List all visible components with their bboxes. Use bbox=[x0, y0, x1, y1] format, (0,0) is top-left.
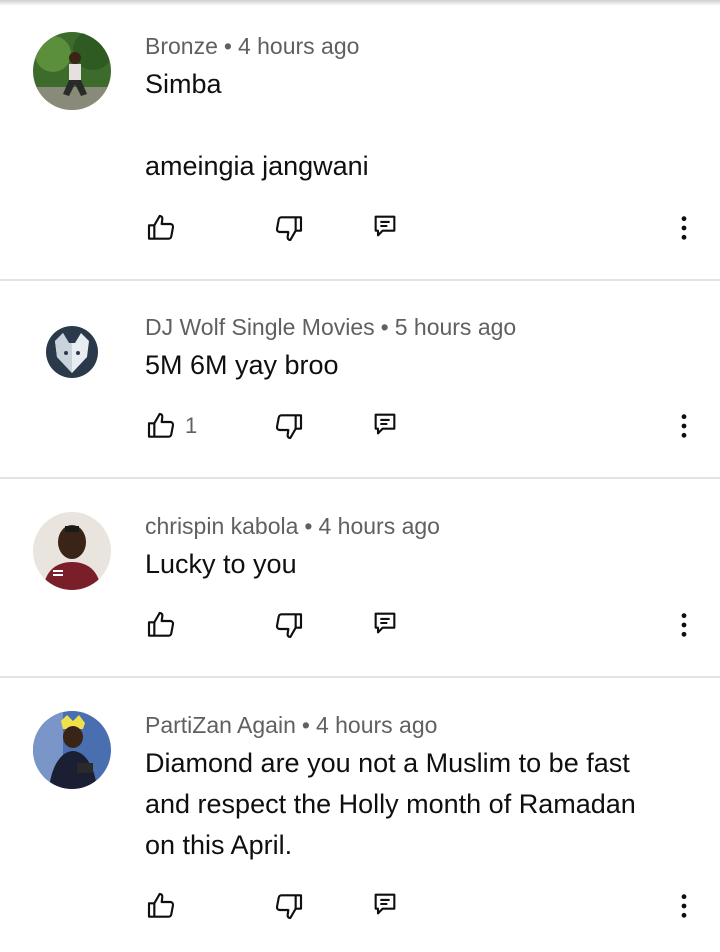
dislike-button[interactable] bbox=[273, 410, 305, 442]
like-button[interactable] bbox=[145, 890, 185, 922]
thumbs-down-icon bbox=[275, 216, 303, 242]
author-name[interactable]: Bronze bbox=[145, 33, 218, 59]
comment-text: 5M 6M yay broo bbox=[145, 345, 690, 386]
comment-meta: DJ Wolf Single Movies • 5 hours ago bbox=[145, 314, 516, 341]
comment-actions: 1 bbox=[0, 410, 720, 450]
user-photo-avatar-icon bbox=[33, 32, 111, 110]
user-photo-avatar-icon bbox=[33, 512, 111, 590]
more-options-button[interactable] bbox=[668, 609, 700, 641]
comment-meta: PartiZan Again • 4 hours ago bbox=[145, 712, 437, 739]
reply-icon bbox=[374, 215, 396, 237]
like-count: 1 bbox=[185, 413, 198, 438]
meta-separator: • bbox=[380, 314, 389, 340]
author-name[interactable]: PartiZan Again bbox=[145, 712, 296, 738]
comment-text-line: and respect the Holly month of Ramadan bbox=[145, 789, 636, 819]
divider bbox=[0, 676, 720, 678]
avatar[interactable] bbox=[33, 313, 111, 391]
thumbs-up-icon bbox=[147, 412, 175, 438]
comment-text-line: Diamond are you not a Muslim to be fast bbox=[145, 748, 630, 778]
reply-button[interactable] bbox=[371, 890, 399, 918]
thumbs-up-icon bbox=[147, 892, 175, 918]
comment-text-line: Lucky to you bbox=[145, 549, 297, 579]
avatar[interactable] bbox=[33, 512, 111, 590]
comment-text: Lucky to you bbox=[145, 544, 690, 585]
like-button[interactable] bbox=[145, 609, 185, 641]
comment-time[interactable]: 4 hours ago bbox=[318, 513, 439, 539]
more-options-button[interactable] bbox=[668, 410, 700, 442]
more-vert-icon bbox=[681, 613, 687, 637]
author-name[interactable]: chrispin kabola bbox=[145, 513, 298, 539]
dislike-button[interactable] bbox=[273, 212, 305, 244]
top-shadow bbox=[0, 0, 720, 6]
thumbs-down-icon bbox=[275, 894, 303, 920]
reply-button[interactable] bbox=[371, 212, 399, 240]
dislike-button[interactable] bbox=[273, 890, 305, 922]
divider bbox=[0, 279, 720, 281]
more-options-button[interactable] bbox=[668, 890, 700, 922]
reply-button[interactable] bbox=[371, 609, 399, 637]
comment-text-line bbox=[145, 105, 690, 146]
user-photo-avatar-icon bbox=[33, 711, 111, 789]
dislike-button[interactable] bbox=[273, 609, 305, 641]
reply-icon bbox=[374, 612, 396, 634]
more-options-button[interactable] bbox=[668, 212, 700, 244]
reply-icon bbox=[374, 893, 396, 915]
more-vert-icon bbox=[681, 216, 687, 240]
avatar[interactable] bbox=[33, 711, 111, 789]
comment-text-line: 5M 6M yay broo bbox=[145, 350, 339, 380]
comment-text-line: Simba bbox=[145, 69, 222, 99]
meta-separator: • bbox=[304, 513, 313, 539]
comment-actions bbox=[0, 609, 720, 649]
comment-meta: Bronze • 4 hours ago bbox=[145, 33, 359, 60]
meta-separator: • bbox=[301, 712, 310, 738]
thumbs-up-icon bbox=[147, 214, 175, 240]
comment-text: Diamond are you not a Muslim to be fast … bbox=[145, 743, 690, 866]
thumbs-up-icon bbox=[147, 611, 175, 637]
avatar[interactable] bbox=[33, 32, 111, 110]
wolf-logo-avatar-icon bbox=[33, 313, 111, 391]
like-button[interactable] bbox=[145, 212, 185, 244]
comment-time[interactable]: 4 hours ago bbox=[238, 33, 359, 59]
thumbs-down-icon bbox=[275, 414, 303, 440]
comment-time[interactable]: 5 hours ago bbox=[395, 314, 516, 340]
comment-actions bbox=[0, 212, 720, 252]
reply-button[interactable] bbox=[371, 410, 399, 438]
thumbs-down-icon bbox=[275, 613, 303, 639]
comment-meta: chrispin kabola • 4 hours ago bbox=[145, 513, 440, 540]
comment-text-line: ameingia jangwani bbox=[145, 151, 369, 181]
comment-time[interactable]: 4 hours ago bbox=[316, 712, 437, 738]
reply-icon bbox=[374, 413, 396, 435]
comment-text-line: on this April. bbox=[145, 830, 293, 860]
more-vert-icon bbox=[681, 414, 687, 438]
like-button[interactable]: 1 bbox=[145, 410, 197, 442]
comment-text: Simba ameingia jangwani bbox=[145, 64, 690, 187]
comment-actions bbox=[0, 890, 720, 930]
author-name[interactable]: DJ Wolf Single Movies bbox=[145, 314, 375, 340]
divider bbox=[0, 477, 720, 479]
more-vert-icon bbox=[681, 894, 687, 918]
meta-separator: • bbox=[223, 33, 232, 59]
